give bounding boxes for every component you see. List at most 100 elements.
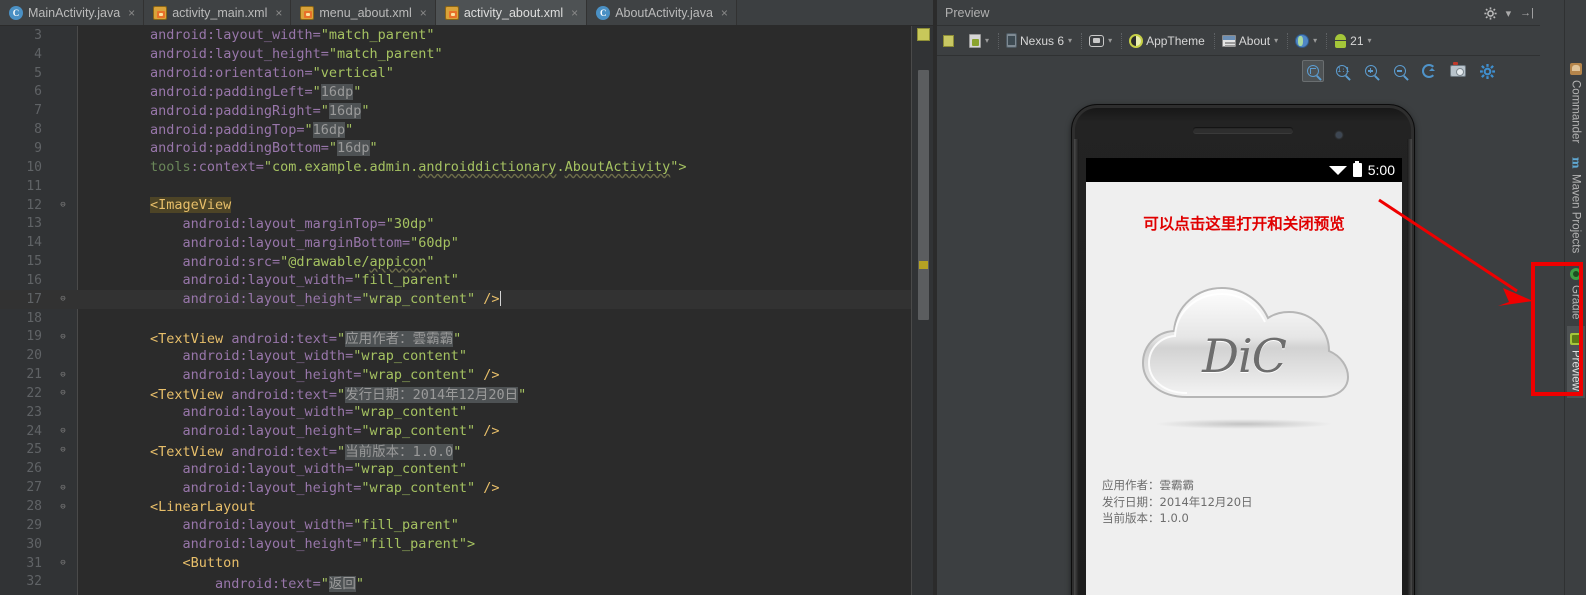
code-line[interactable]: 16 android:layout_width="fill_parent" — [0, 271, 911, 290]
code-line[interactable]: 24 ⊖ android:layout_height="wrap_content"… — [0, 422, 911, 441]
toolbar-separator — [1287, 32, 1289, 49]
code-fold-toggle[interactable]: ⊖ — [48, 483, 78, 493]
chevron-down-icon[interactable]: ▾ — [1068, 36, 1072, 45]
code-line-text: android:layout_height="wrap_content" /> — [182, 291, 501, 308]
code-fold-toggle[interactable]: ⊖ — [48, 558, 78, 568]
hide-panel-icon[interactable]: →| — [1520, 7, 1534, 19]
preview-configuration-toolbar: ▾ Nexus 6 ▾ ▾ AppTheme About ▾ ▾ 21 ▾ — [937, 26, 1540, 56]
code-line[interactable]: 29 android:layout_width="fill_parent" — [0, 516, 911, 535]
code-line[interactable]: 13 android:layout_marginTop="30dp" — [0, 214, 911, 233]
refresh-button[interactable] — [1418, 60, 1440, 82]
code-line[interactable]: 3 android:layout_width="match_parent" — [0, 26, 911, 45]
code-line[interactable]: 10 tools:context="com.example.admin.andr… — [0, 158, 911, 177]
gear-icon[interactable] — [1484, 6, 1497, 20]
code-line[interactable]: 8 android:paddingTop="16dp" — [0, 120, 911, 139]
code-line[interactable]: 22 ⊖ <TextView android:text="发行日期：2014年12… — [0, 384, 911, 404]
chevron-down-icon[interactable]: ▾ — [985, 36, 989, 45]
screenshot-button[interactable] — [1447, 60, 1469, 82]
code-line[interactable]: 9 android:paddingBottom="16dp" — [0, 139, 911, 158]
activity-icon — [1221, 34, 1236, 47]
device-bezel-left — [1074, 139, 1079, 595]
code-line[interactable]: 21 ⊖ android:layout_height="wrap_content"… — [0, 365, 911, 384]
tool-tab-commander[interactable]: Commander — [1567, 56, 1585, 150]
code-line[interactable]: 23 android:layout_width="wrap_content" — [0, 403, 911, 422]
editor-tab-AboutActivity-java[interactable]: C AboutActivity.java × — [587, 0, 737, 25]
code-line-text: android:layout_height="match_parent" — [150, 46, 443, 63]
orientation-button[interactable]: ▾ — [1084, 32, 1117, 50]
code-line[interactable]: 28 ⊖ <LinearLayout — [0, 497, 911, 516]
zoom-out-button[interactable] — [1389, 60, 1411, 82]
code-fold-toggle[interactable]: ⊖ — [48, 332, 78, 342]
code-line[interactable]: 7 android:paddingRight="16dp" — [0, 101, 911, 120]
file-config-button[interactable]: ▾ — [964, 31, 994, 51]
code-line[interactable]: 6 android:paddingLeft="16dp" — [0, 83, 911, 102]
code-line[interactable]: 18 — [0, 309, 911, 328]
code-fold-toggle[interactable]: ⊖ — [48, 445, 78, 455]
editor-tab-activity_main-xml[interactable]: activity_main.xml × — [144, 0, 292, 25]
code-line[interactable]: 4 android:layout_height="match_parent" — [0, 45, 911, 64]
zoom-in-button[interactable] — [1360, 60, 1382, 82]
line-number: 9 — [34, 140, 42, 156]
chevron-down-icon[interactable]: ▾ — [1368, 36, 1372, 45]
locale-select-button[interactable]: ▾ — [1290, 31, 1322, 51]
tool-tab-maven-projects[interactable]: m Maven Projects — [1567, 150, 1585, 260]
code-line[interactable]: 14 android:layout_marginBottom="60dp" — [0, 233, 911, 252]
close-icon[interactable]: × — [275, 7, 282, 19]
zoom-actual-button[interactable]: 1:1 — [1331, 60, 1353, 82]
code-fold-toggle[interactable]: ⊖ — [48, 200, 78, 210]
close-icon[interactable]: × — [420, 7, 427, 19]
chevron-down-icon[interactable]: ▾ — [1108, 36, 1112, 45]
theme-select-button-label: AppTheme — [1146, 33, 1205, 48]
code-fold-toggle[interactable]: ⊖ — [48, 502, 78, 512]
scrollbar-caret-marker[interactable] — [919, 261, 928, 269]
device-select-button[interactable]: Nexus 6 ▾ — [1001, 30, 1077, 51]
code-line[interactable]: 5 android:orientation="vertical" — [0, 64, 911, 83]
code-line-text: android:layout_width="wrap_content" — [182, 460, 468, 477]
code-line[interactable]: 32 android:text="返回" — [0, 572, 911, 592]
code-lines[interactable]: 3 android:layout_width="match_parent" 4 a… — [0, 26, 911, 595]
api-level-button[interactable]: 21 ▾ — [1329, 31, 1376, 51]
code-line-text: <LinearLayout — [150, 498, 256, 515]
chevron-down-icon[interactable]: ▾ — [1274, 36, 1278, 45]
editor-vertical-scrollbar[interactable] — [911, 26, 933, 595]
line-number: 20 — [26, 348, 42, 364]
chevron-down-icon[interactable]: ▾ — [1506, 7, 1512, 20]
tool-tab-preview[interactable]: Preview — [1566, 326, 1585, 398]
code-line[interactable]: 19 ⊖ <TextView android:text="应用作者：雲霸霸" — [0, 328, 911, 347]
zoom-to-fit-button[interactable] — [1302, 60, 1324, 82]
android-studio-window: C MainActivity.java × activity_main.xml × men… — [0, 0, 1586, 595]
scrollbar-warning-marker[interactable] — [917, 28, 930, 41]
code-line[interactable]: 30 android:layout_height="fill_parent"> — [0, 535, 911, 554]
code-line[interactable]: 17 ⊖ android:layout_height="wrap_content"… — [0, 289, 911, 309]
code-line[interactable]: 12 ⊖ <ImageView — [0, 196, 911, 215]
code-line[interactable]: 20 android:layout_width="wrap_content" — [0, 346, 911, 365]
scrollbar-thumb[interactable] — [918, 70, 929, 320]
code-line[interactable]: 25 ⊖ <TextView android:text="当前版本：1.0.0" — [0, 441, 911, 460]
chevron-down-icon[interactable]: ▾ — [1313, 36, 1317, 45]
android-icon — [1334, 33, 1347, 48]
editor-tab-menu_about-xml[interactable]: menu_about.xml × — [291, 0, 436, 25]
activity-select-button[interactable]: About ▾ — [1217, 31, 1283, 51]
code-fold-toggle[interactable]: ⊖ — [48, 294, 78, 304]
code-line[interactable]: 31 ⊖ <Button — [0, 554, 911, 573]
theme-select-button[interactable]: AppTheme — [1124, 31, 1210, 51]
code-fold-toggle[interactable]: ⊖ — [48, 370, 78, 380]
preview-settings-button[interactable] — [1476, 60, 1498, 82]
code-line[interactable]: 11 — [0, 177, 911, 196]
code-line[interactable]: 26 android:layout_width="wrap_content" — [0, 459, 911, 478]
code-fold-toggle[interactable]: ⊖ — [48, 426, 78, 436]
layout-warning-chip[interactable] — [943, 34, 954, 47]
code-fold-toggle[interactable]: ⊖ — [48, 388, 78, 398]
editor-tab-activity_about-xml[interactable]: activity_about.xml × — [435, 0, 588, 25]
close-icon[interactable]: × — [571, 7, 578, 19]
close-icon[interactable]: × — [128, 7, 135, 19]
tool-tab-gradle[interactable]: Gradle — [1567, 261, 1585, 327]
close-icon[interactable]: × — [721, 7, 728, 19]
code-line[interactable]: 27 ⊖ android:layout_height="wrap_content"… — [0, 478, 911, 497]
toolbar-separator — [1121, 32, 1123, 49]
code-line[interactable]: 15 android:src="@drawable/appicon" — [0, 252, 911, 271]
refresh-icon — [1422, 64, 1436, 78]
code-editor[interactable]: 3 android:layout_width="match_parent" 4 a… — [0, 26, 933, 595]
code-line-text: <Button — [182, 555, 240, 572]
editor-tab-MainActivity-java[interactable]: C MainActivity.java × — [0, 0, 145, 25]
